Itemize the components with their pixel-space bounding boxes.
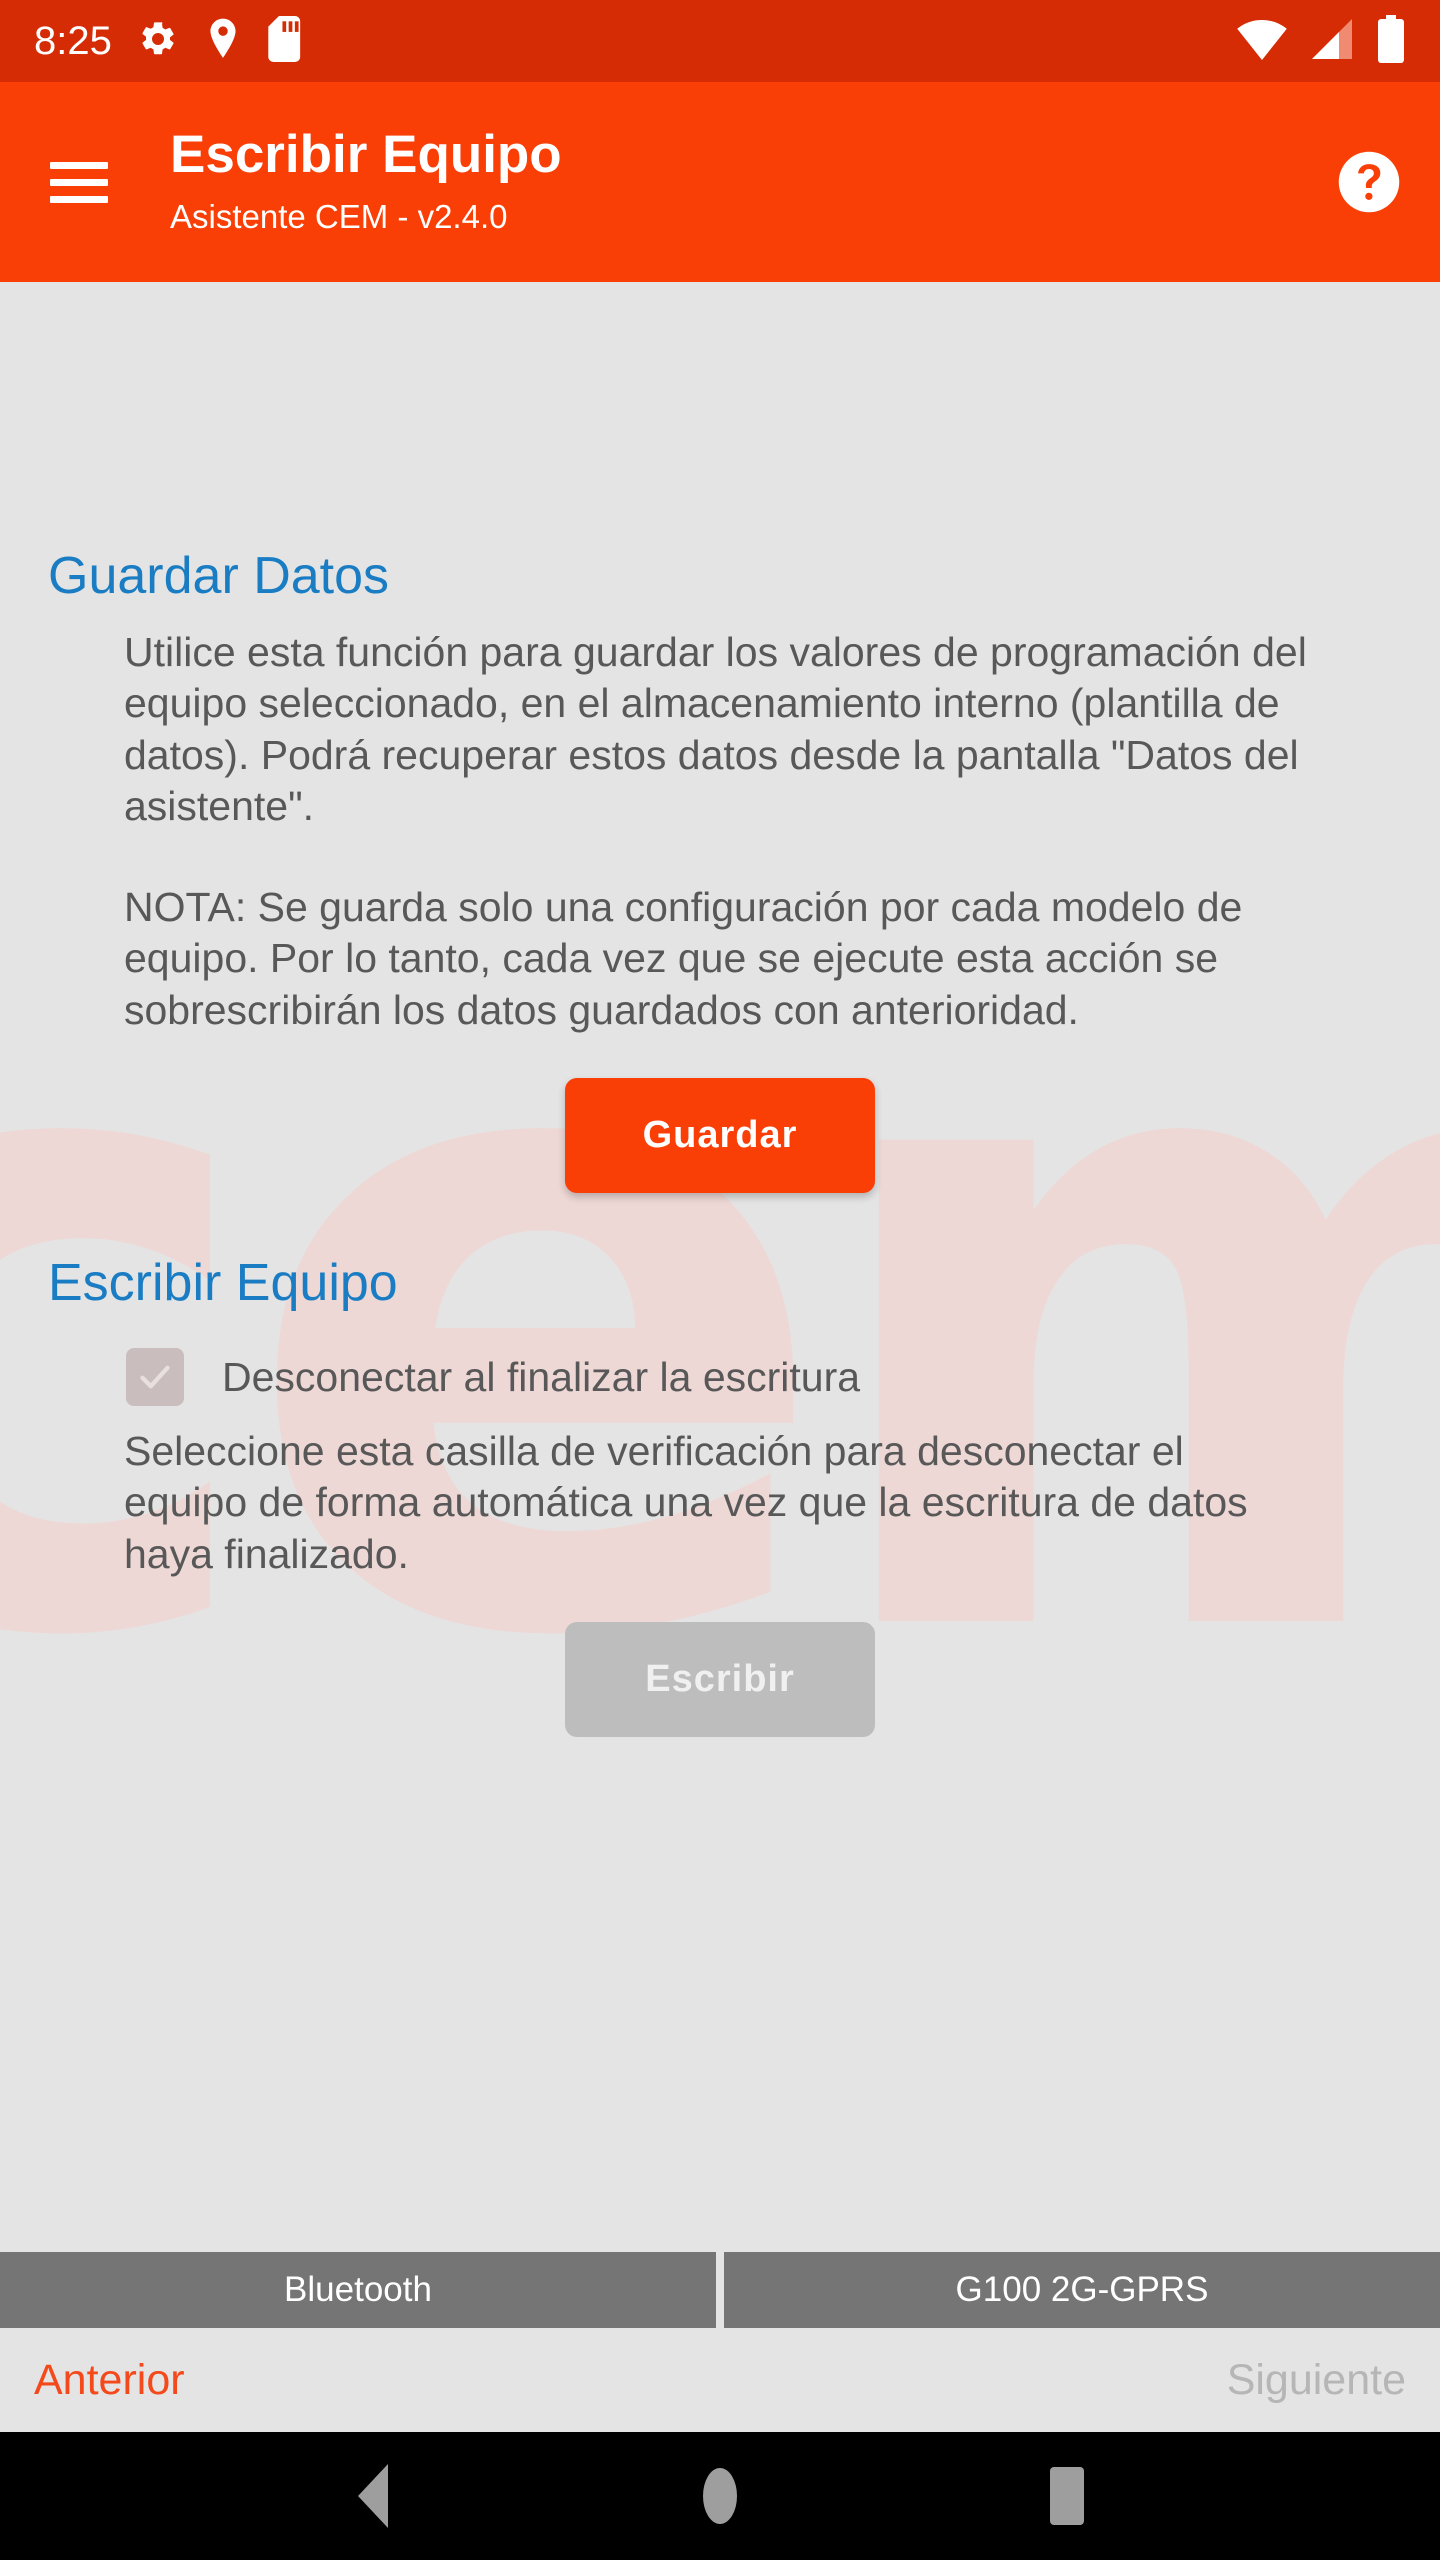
content-body: Guardar Datos Utilice esta función para … [0, 282, 1440, 1737]
main-content: cem Guardar Datos Utilice esta función p… [0, 282, 1440, 2252]
hamburger-menu-icon[interactable] [50, 151, 112, 213]
device-status-bar: Bluetooth G100 2G-GPRS [0, 2252, 1440, 2328]
hamburger-bar [50, 161, 108, 169]
next-button[interactable]: Siguiente [1227, 2356, 1406, 2405]
hamburger-bar [50, 178, 108, 186]
hamburger-bar [50, 195, 108, 203]
android-navigation-bar [0, 2432, 1440, 2560]
guardar-button-row: Guardar [48, 1077, 1392, 1193]
app-subtitle: Asistente CEM - v2.4.0 [170, 198, 508, 236]
section-heading-escribir-equipo: Escribir Equipo [48, 1253, 398, 1312]
app-bar-title-group: Escribir Equipo Asistente CEM - v2.4.0 [170, 125, 562, 239]
location-pin-icon [204, 17, 242, 66]
guardar-description-paragraph: Utilice esta función para guardar los va… [124, 629, 1307, 829]
recents-square-shape [1049, 2467, 1084, 2525]
previous-button[interactable]: Anterior [34, 2356, 185, 2405]
guardar-button[interactable]: Guardar [565, 1077, 875, 1193]
help-circle-icon[interactable] [1336, 149, 1402, 215]
app-bar: Escribir Equipo Asistente CEM - v2.4.0 [0, 82, 1440, 282]
android-status-bar: 8:25 [0, 0, 1440, 82]
back-triangle-shape [358, 2464, 389, 2528]
home-circle-shape [702, 2468, 737, 2524]
recents-square-icon[interactable] [1022, 2451, 1112, 2541]
status-bar-left-group: 8:25 [34, 15, 304, 67]
home-circle-icon[interactable] [675, 2451, 765, 2541]
page-title: Escribir Equipo [170, 125, 562, 185]
disconnect-checkbox-row[interactable]: Desconectar al finalizar la escritura [48, 1348, 1392, 1407]
status-bar-clock: 8:25 [34, 19, 112, 63]
cellular-signal-icon [1308, 17, 1356, 66]
guardar-note-paragraph: NOTA: Se guarda solo una configuración p… [124, 884, 1243, 1033]
section-heading-guardar-datos: Guardar Datos [48, 547, 390, 605]
wifi-icon [1236, 17, 1288, 66]
checkmark-icon [140, 1365, 170, 1389]
disconnect-checkbox-label: Desconectar al finalizar la escritura [222, 1353, 861, 1400]
wizard-navigation-bar: Anterior Siguiente [0, 2328, 1440, 2432]
escribir-button-row: Escribir [48, 1621, 1392, 1737]
gear-icon [138, 19, 178, 64]
device-model-cell[interactable]: G100 2G-GPRS [724, 2252, 1440, 2328]
app-screen: 8:25 Escribir Equipo Asistente CEM - v2.… [0, 0, 1440, 2560]
connection-type-cell[interactable]: Bluetooth [0, 2252, 716, 2328]
escribir-button[interactable]: Escribir [565, 1621, 875, 1737]
back-triangle-icon[interactable] [328, 2451, 418, 2541]
status-bar-right-group [1236, 14, 1406, 68]
disconnect-checkbox[interactable] [126, 1348, 184, 1407]
sd-card-icon [268, 15, 304, 67]
battery-icon [1376, 14, 1406, 68]
escribir-description-paragraph: Seleccione esta casilla de verificación … [124, 1428, 1248, 1577]
